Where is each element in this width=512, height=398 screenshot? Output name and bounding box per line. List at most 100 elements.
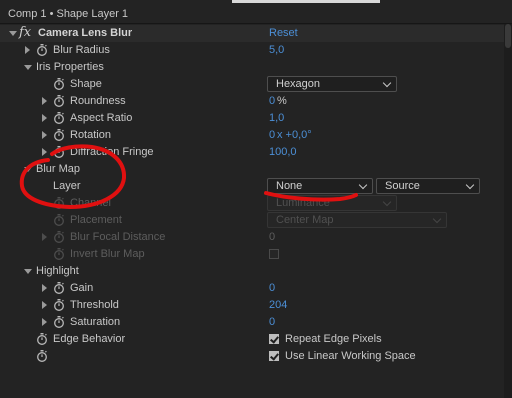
group-label: Highlight (36, 265, 79, 277)
threshold-value[interactable]: 204 (269, 299, 287, 311)
chevron-down-icon (382, 78, 392, 88)
gain-value[interactable]: 0 (269, 282, 275, 294)
stopwatch-icon[interactable] (53, 112, 65, 124)
property-row-layer: Layer None Source (0, 178, 504, 195)
stopwatch-icon[interactable] (36, 350, 48, 362)
property-row-placement: Placement Center Map (0, 212, 504, 229)
twirl-closed-icon (42, 233, 47, 241)
reset-link[interactable]: Reset (269, 27, 298, 39)
chevron-down-icon (382, 197, 392, 207)
property-row-diffraction-fringe: Diffraction Fringe 100,0 (0, 144, 504, 161)
property-row-shape: Shape Hexagon (0, 76, 504, 93)
twirl-closed-icon[interactable] (42, 97, 47, 105)
rotation-revolutions-value[interactable]: 0 (269, 129, 275, 141)
stopwatch-icon[interactable] (53, 146, 65, 158)
scrollbar-thumb[interactable] (505, 24, 511, 48)
twirl-open-icon[interactable] (24, 167, 32, 172)
effect-controls-header: Comp 1 • Shape Layer 1 (0, 4, 512, 24)
stopwatch-icon[interactable] (53, 282, 65, 294)
effect-row-camera-lens-blur[interactable]: fx Camera Lens Blur Reset (0, 25, 504, 42)
property-label: Layer (53, 180, 81, 192)
group-row-blur-map[interactable]: Blur Map (0, 161, 504, 178)
stopwatch-icon[interactable] (36, 333, 48, 345)
stopwatch-icon[interactable] (36, 44, 48, 56)
group-row-highlight[interactable]: Highlight (0, 263, 504, 280)
property-row-aspect-ratio: Aspect Ratio 1,0 (0, 110, 504, 127)
group-label: Blur Map (36, 163, 81, 175)
stopwatch-icon[interactable] (53, 316, 65, 328)
aspect-ratio-value[interactable]: 1,0 (269, 112, 284, 124)
placement-dropdown: Center Map (267, 212, 447, 228)
checkbox-label: Repeat Edge Pixels (285, 333, 382, 345)
diffraction-fringe-value[interactable]: 100,0 (269, 146, 297, 158)
stopwatch-icon[interactable] (53, 78, 65, 90)
group-row-iris-properties[interactable]: Iris Properties (0, 59, 504, 76)
property-row-roundness: Roundness 0 % (0, 93, 504, 110)
linear-working-space-checkbox[interactable] (269, 351, 279, 361)
property-label: Roundness (70, 95, 126, 107)
dropdown-value: Source (385, 180, 420, 192)
shape-dropdown[interactable]: Hexagon (267, 76, 397, 92)
checkbox-label: Use Linear Working Space (285, 350, 416, 362)
property-row-saturation: Saturation 0 (0, 314, 504, 331)
stopwatch-icon[interactable] (53, 95, 65, 107)
twirl-open-icon[interactable] (24, 269, 32, 274)
property-label: Shape (70, 78, 102, 90)
property-label: Channel (70, 197, 111, 209)
saturation-value[interactable]: 0 (269, 316, 275, 328)
property-label: Edge Behavior (53, 333, 126, 345)
twirl-closed-icon[interactable] (42, 284, 47, 292)
property-row-invert-blur-map: Invert Blur Map (0, 246, 504, 263)
property-row-blur-focal-distance: Blur Focal Distance 0 (0, 229, 504, 246)
stopwatch-icon (53, 231, 65, 243)
property-label: Gain (70, 282, 94, 294)
chevron-down-icon (358, 180, 368, 190)
twirl-closed-icon[interactable] (42, 131, 47, 139)
property-label: Diffraction Fringe (70, 146, 154, 158)
property-row-edge-behavior: Edge Behavior Repeat Edge Pixels (0, 331, 504, 348)
dropdown-value: None (276, 180, 303, 192)
stopwatch-icon (53, 197, 65, 209)
layer-dropdown[interactable]: None (267, 178, 373, 194)
chevron-down-icon (465, 180, 475, 190)
twirl-closed-icon[interactable] (42, 114, 47, 122)
effect-name: Camera Lens Blur (38, 27, 133, 39)
property-label: Blur Radius (53, 44, 110, 56)
blur-radius-value[interactable]: 5,0 (269, 44, 284, 56)
twirl-closed-icon[interactable] (42, 318, 47, 326)
twirl-open-icon[interactable] (9, 31, 17, 36)
blur-focal-distance-value: 0 (269, 231, 276, 243)
vertical-scrollbar[interactable] (504, 24, 512, 398)
property-label: Aspect Ratio (70, 112, 133, 124)
rotation-degrees-value[interactable]: x +0,0° (277, 129, 312, 141)
property-row-gain: Gain 0 (0, 280, 504, 297)
twirl-closed-icon[interactable] (25, 46, 30, 54)
stopwatch-icon (53, 248, 65, 260)
layer-source-dropdown[interactable]: Source (376, 178, 480, 194)
twirl-closed-icon[interactable] (42, 148, 47, 156)
fx-toggle-icon[interactable]: fx (19, 25, 31, 40)
dropdown-value: Hexagon (276, 78, 321, 90)
dropdown-value: Center Map (276, 214, 334, 226)
property-row-linear-working-space: Use Linear Working Space (0, 348, 504, 365)
panel-title: Comp 1 • Shape Layer 1 (8, 8, 129, 20)
group-label: Iris Properties (36, 61, 104, 73)
roundness-value[interactable]: 0 (269, 95, 275, 107)
unit-label: % (277, 95, 287, 107)
property-row-threshold: Threshold 204 (0, 297, 504, 314)
property-row-blur-radius: Blur Radius 5,0 (0, 42, 504, 59)
stopwatch-icon (53, 214, 65, 226)
twirl-open-icon[interactable] (24, 65, 32, 70)
stopwatch-icon[interactable] (53, 129, 65, 141)
chevron-down-icon (432, 214, 442, 224)
property-row-rotation: Rotation 0 x +0,0° (0, 127, 504, 144)
property-label: Saturation (70, 316, 121, 328)
repeat-edge-pixels-checkbox[interactable] (269, 334, 279, 344)
channel-dropdown: Luminance (267, 195, 397, 211)
property-label: Rotation (70, 129, 111, 141)
property-label: Invert Blur Map (70, 248, 145, 260)
stopwatch-icon[interactable] (53, 299, 65, 311)
property-label: Placement (70, 214, 122, 226)
twirl-closed-icon[interactable] (42, 301, 47, 309)
property-label: Blur Focal Distance (70, 231, 166, 243)
